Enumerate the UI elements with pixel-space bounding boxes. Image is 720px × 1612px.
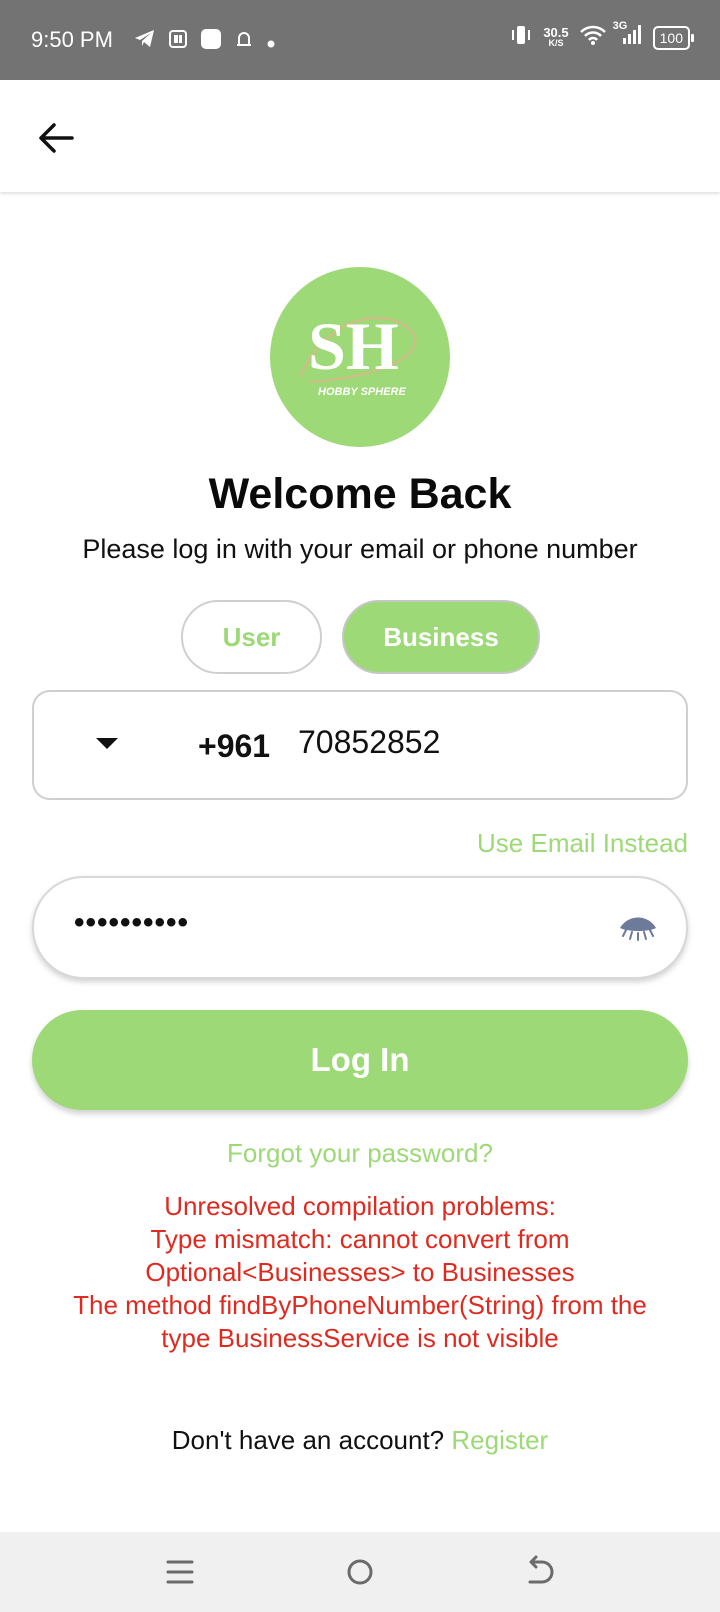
net-speed: 30.5 K/S [543,25,569,49]
user-toggle-button[interactable]: User [181,600,322,674]
register-prompt: Don't have an account? Register [0,1425,720,1456]
dot-icon [266,29,276,55]
back-icon [528,1555,554,1584]
logo-monogram: SH [308,308,399,384]
use-email-instead-link[interactable]: Use Email Instead [477,828,688,859]
forgot-password-link[interactable]: Forgot your password? [0,1138,720,1169]
password-input[interactable]: •••••••••• [74,906,189,940]
country-code-selector[interactable]: +961 [198,728,270,765]
back-arrow-icon [39,123,74,153]
net-speed-value: 30.5 [543,25,569,40]
app-notification-icon [168,29,188,55]
back-button[interactable] [30,116,82,160]
status-icons-right: 30.5 K/S 3G 100 [509,20,695,52]
status-bar: 9:50 PM 30.5 K/S 3G 100 [0,0,720,80]
phone-number-input[interactable] [298,724,658,761]
error-line: Unresolved compilation problems: [164,1191,556,1221]
home-icon [347,1559,373,1585]
square-app-icon [200,28,222,56]
hobby-sphere-logo-icon: SH HOBBY SPHERE [299,308,417,398]
status-time: 9:50 PM [31,27,113,52]
alarm-icon [234,29,254,55]
error-line: Optional<Businesses> to Businesses [145,1257,575,1287]
register-prompt-text: Don't have an account? [171,1425,445,1455]
menu-button[interactable] [160,1554,200,1590]
error-line: Type mismatch: cannot convert from [150,1224,570,1254]
signal-icon: 3G [613,20,643,52]
nav-back-button[interactable] [520,1554,560,1590]
caret-down-icon[interactable] [96,738,118,749]
app-bar [0,80,720,192]
home-button[interactable] [340,1554,380,1590]
status-icons-left [134,28,276,56]
error-line: The method findByPhoneNumber(String) fro… [73,1290,647,1320]
wifi-icon [579,24,607,52]
menu-icon [166,1560,194,1584]
telegram-icon [134,29,156,55]
error-message: Unresolved compilation problems: Type mi… [40,1190,680,1355]
password-field[interactable]: •••••••••• [32,876,688,979]
vibrate-icon [509,24,533,52]
battery-icon: 100 [652,26,695,50]
business-toggle-button[interactable]: Business [342,600,540,674]
toggle-password-visibility-button[interactable] [618,912,658,946]
network-type: 3G [612,20,628,32]
login-button[interactable]: Log In [32,1010,688,1110]
system-nav-bar [0,1532,720,1612]
register-link[interactable]: Register [451,1425,548,1455]
app-logo: SH HOBBY SPHERE [270,267,450,447]
page-title: Welcome Back [208,470,512,518]
page-subtitle: Please log in with your email or phone n… [82,534,638,564]
error-line: type BusinessService is not visible [161,1323,559,1353]
logo-brand-name: HOBBY SPHERE [318,386,406,398]
eye-closed-icon [620,917,656,941]
phone-field: +961 [32,690,688,800]
